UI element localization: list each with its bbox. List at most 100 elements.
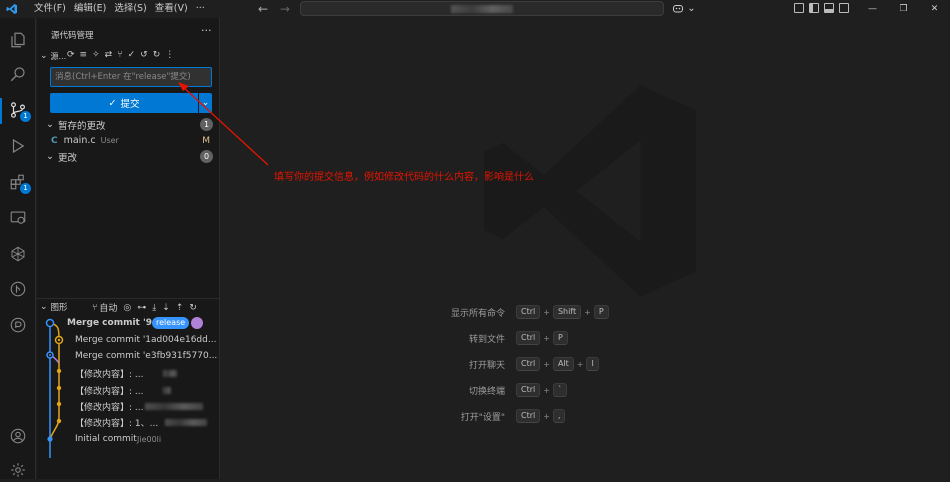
commit-message: Merge commit '1ad004e16dd... — [75, 335, 217, 345]
blurred-text — [165, 419, 207, 426]
graph-commit-row[interactable]: Initial commit Jie00li — [37, 432, 220, 448]
extensions-icon[interactable]: 1 — [6, 170, 31, 194]
key-cap: Alt — [552, 357, 574, 371]
key-cap: Ctrl — [516, 383, 541, 397]
fetch-icon[interactable]: ⤓ — [152, 303, 156, 313]
shortcut-toggle-terminal[interactable]: 切换终端 Ctrl + ` — [421, 383, 567, 397]
commit-message: Merge commit 'e3fb931f5770... — [75, 351, 218, 361]
key-cap: Ctrl — [516, 305, 541, 319]
refresh-icon[interactable]: ↻ — [189, 303, 197, 313]
shortcut-go-to-file[interactable]: 转到文件 Ctrl + P — [421, 331, 568, 345]
target-icon[interactable]: ◎ — [123, 303, 131, 313]
commit-button[interactable]: ✓ 提交 — [50, 93, 198, 113]
graph-commit-row[interactable]: 【修改内容】: ... — [37, 382, 220, 398]
commit-message: 【修改内容】: 1、... — [75, 419, 159, 429]
graph-commit-row[interactable]: 【修改内容】: 1、... — [37, 414, 220, 430]
commit-check-icon[interactable]: ✓ — [128, 50, 136, 60]
commit-message: 【修改内容】: ... — [75, 403, 144, 413]
commit-author: Jie00li — [137, 435, 162, 444]
remote-explorer-icon[interactable] — [6, 206, 30, 230]
graph-commit-row[interactable]: Merge commit '1ad004e16dd... — [37, 333, 220, 349]
pull-icon[interactable]: ⇣ — [162, 303, 170, 313]
editor-area: 显示所有命令 Ctrl + Shift + P 转到文件 Ctrl + P 打开聊天 … — [221, 18, 950, 479]
restore-icon[interactable]: ❐ — [888, 0, 919, 18]
copilot-icon — [673, 4, 683, 12]
graph-toggle-icon[interactable]: ⟳ — [67, 50, 75, 60]
chevron-down-icon: ⌄ — [40, 302, 48, 312]
commit-message: Merge commit '9... — [67, 318, 163, 328]
account-icon[interactable] — [6, 424, 30, 448]
git-commit-icon[interactable]: ⊶ — [137, 303, 146, 313]
graph-commit-row[interactable]: 【修改内容】: ... — [37, 398, 220, 414]
push-icon[interactable]: ⇡ — [176, 303, 184, 313]
menu-view[interactable]: 查看(V) — [151, 0, 192, 18]
shortcut-open-settings[interactable]: 打开"设置" Ctrl + , — [421, 409, 566, 423]
vscode-logo-icon — [0, 0, 24, 18]
chevron-down-icon: ⌄ — [46, 151, 54, 162]
window-controls: — ❐ ✕ — [857, 0, 950, 18]
staged-file-item[interactable]: C main.c User M — [37, 133, 220, 148]
scm-toolbar: ⟳ ≡ ✧ ⇄ ⑂ ✓ ↺ ↻ ⋮ — [67, 50, 174, 60]
graph-auto-label[interactable]: 自动 — [99, 301, 117, 314]
graph-commit-row[interactable]: Merge commit '9... release — [37, 316, 220, 332]
customize-layout-icon[interactable] — [794, 3, 804, 13]
shortcut-show-all-commands[interactable]: 显示所有命令 Ctrl + Shift + P — [421, 305, 609, 319]
sidebar-more-button[interactable]: ··· — [201, 24, 212, 37]
settings-gear-icon[interactable] — [6, 458, 30, 482]
menu-edit[interactable]: 编辑(E) — [70, 0, 110, 18]
close-icon[interactable]: ✕ — [919, 0, 950, 18]
toggle-secondary-sidebar-icon[interactable] — [839, 3, 849, 13]
vscode-watermark-icon — [484, 85, 696, 297]
branch-icon[interactable]: ⑂ — [92, 303, 97, 313]
branch-icon[interactable]: ⑂ — [117, 50, 122, 60]
graph-commit-row[interactable]: 【修改内容】: ... — [37, 365, 220, 381]
title-bar: 文件(F) 编辑(E) 选择(S) 查看(V) ··· ← → ⌄ — ❐ ✕ — [0, 0, 950, 18]
platformio-icon[interactable] — [6, 313, 30, 337]
activity-bar: 1 1 — [0, 18, 36, 479]
shortcut-label: 显示所有命令 — [450, 308, 505, 319]
copilot-activity-icon[interactable] — [6, 242, 30, 266]
view-as-list-icon[interactable]: ≡ — [80, 50, 88, 60]
history-icon[interactable]: ↺ — [140, 50, 148, 60]
pull-request-icon[interactable]: ⇄ — [105, 50, 113, 60]
remote-avatar-icon — [191, 317, 204, 329]
key-cap: P — [593, 305, 609, 319]
menu-file[interactable]: 文件(F) — [30, 0, 70, 18]
source-control-icon[interactable]: 1 — [6, 98, 31, 122]
commit-dropdown-button[interactable]: ⌄ — [199, 93, 212, 113]
staged-changes-label: 暂存的更改 — [57, 120, 106, 132]
commit-message-input[interactable]: 消息(Ctrl+Enter 在"release"提交) — [50, 67, 212, 87]
search-icon[interactable] — [6, 62, 30, 86]
key-cap: Shift — [552, 305, 582, 319]
modified-status: M — [202, 135, 210, 146]
chevron-down-icon: ⌄ — [201, 98, 210, 108]
menu-more[interactable]: ··· — [192, 0, 209, 18]
staged-changes-header[interactable]: ⌄ 暂存的更改 1 — [37, 117, 220, 132]
key-cap: Ctrl — [516, 409, 541, 423]
run-debug-icon[interactable] — [6, 134, 30, 158]
blurred-search-text — [451, 4, 513, 13]
staged-file-dir: User — [100, 136, 119, 145]
more-actions-icon[interactable]: ⋮ — [165, 50, 174, 60]
git-graph-icon[interactable] — [6, 277, 30, 301]
blurred-text — [163, 370, 177, 377]
scm-badge: 1 — [20, 111, 31, 122]
chevron-down-icon: ⌄ — [46, 119, 54, 130]
changes-header[interactable]: ⌄ 更改 0 — [37, 149, 220, 164]
command-center[interactable] — [300, 1, 664, 16]
toggle-panel-icon[interactable] — [824, 3, 834, 13]
staged-file-name: main.c — [63, 135, 96, 146]
explorer-icon[interactable] — [6, 28, 30, 52]
commit-button-label: 提交 — [120, 99, 140, 110]
minimize-icon[interactable]: — — [857, 0, 888, 18]
copilot-menu[interactable]: ⌄ — [672, 0, 696, 18]
sparkle-icon[interactable]: ✧ — [92, 50, 100, 60]
forward-arrow-icon[interactable]: → — [280, 2, 290, 16]
toggle-sidebar-icon[interactable] — [809, 3, 819, 13]
back-arrow-icon[interactable]: ← — [258, 2, 268, 16]
menu-selection[interactable]: 选择(S) — [110, 0, 150, 18]
refresh-icon[interactable]: ↻ — [153, 50, 161, 60]
graph-commit-row[interactable]: Merge commit 'e3fb931f5770... — [37, 349, 220, 365]
sidebar-title: 源代码管理 — [51, 31, 94, 41]
shortcut-open-chat[interactable]: 打开聊天 Ctrl + Alt + I — [421, 357, 599, 371]
